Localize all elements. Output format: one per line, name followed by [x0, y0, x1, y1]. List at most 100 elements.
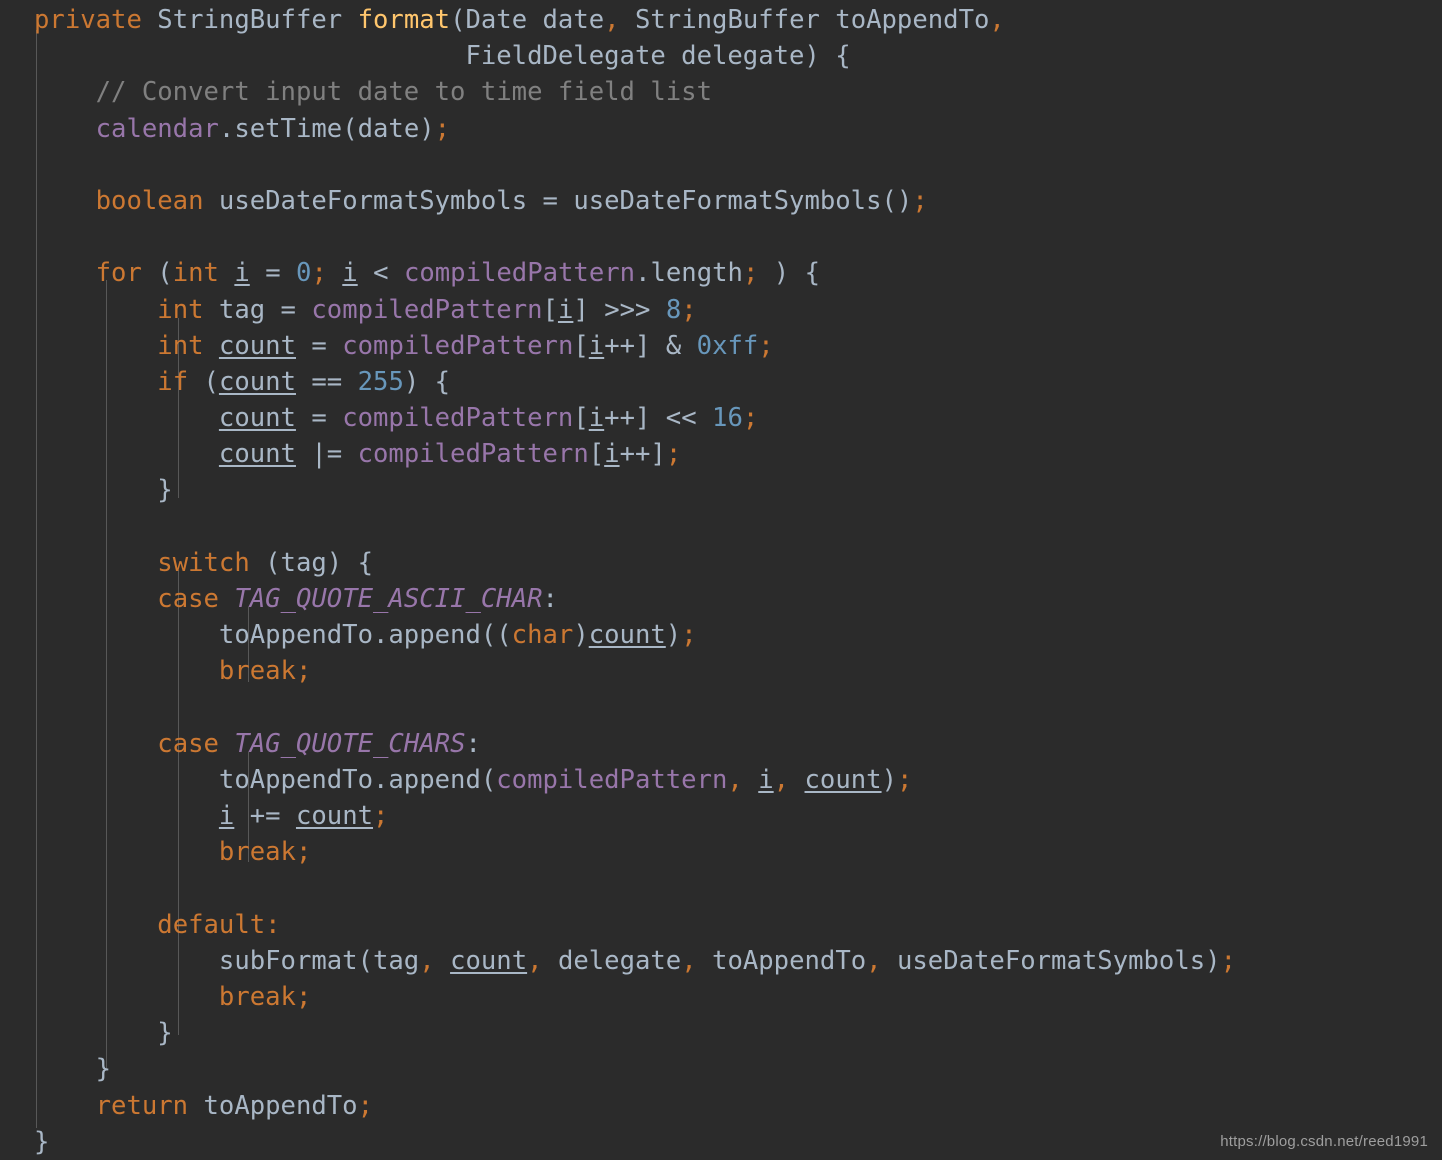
- code-line-25-blank: [0, 871, 1442, 907]
- code-line-9: int tag = compiledPattern[i] >>> 8;: [0, 292, 1442, 328]
- token-keyword-int: int: [172, 258, 219, 289]
- token-inc-close: ++]: [619, 439, 666, 470]
- token-oreq: |=: [295, 439, 358, 470]
- token-return-value: toAppendTo: [188, 1090, 358, 1121]
- token-localvar-count: count: [295, 801, 374, 832]
- token-comma: ,: [773, 764, 790, 795]
- token-semicolon: ;: [912, 185, 928, 216]
- token-paren-brace: ) {: [758, 258, 821, 289]
- token-method-format: format: [357, 5, 451, 35]
- token-inc-and: ++] &: [604, 330, 697, 361]
- token-comment-convert: // Convert input date to time field list: [34, 77, 712, 108]
- token-localvar-i: i: [234, 258, 250, 289]
- code-line-3: // Convert input date to time field list: [0, 74, 1442, 110]
- token-semicolon: ;: [665, 439, 682, 470]
- token-bracket-open: [: [573, 403, 589, 434]
- token-keyword-case: case: [157, 728, 219, 759]
- token-semicolon: ;: [742, 258, 759, 289]
- token-paren-brace: ) {: [403, 366, 451, 397]
- code-line-11: if (count == 255) {: [0, 364, 1442, 400]
- code-line-2: FieldDelegate delegate) {: [0, 38, 1442, 74]
- token-localvar-i: i: [342, 258, 358, 289]
- token-keyword-return: return: [95, 1090, 189, 1121]
- token-localvar-i: i: [588, 330, 605, 361]
- code-line-17: case TAG_QUOTE_ASCII_CHAR:: [0, 581, 1442, 617]
- token-switch-arg: (tag) {: [249, 547, 374, 578]
- code-line-20-blank: [0, 690, 1442, 726]
- token-keyword-if: if: [157, 366, 189, 397]
- token-lessthan: <: [357, 258, 404, 289]
- token-type-stringbuffer: StringBuffer: [141, 5, 358, 35]
- code-line-18: toAppendTo.append((char)count);: [0, 617, 1442, 653]
- token-field-compiledpattern: compiledPattern: [342, 330, 574, 361]
- code-line-12: count = compiledPattern[i++] << 16;: [0, 400, 1442, 436]
- token-call-settime: .setTime(date): [218, 113, 435, 144]
- token-comma-1: ,: [604, 5, 620, 35]
- code-line-6: boolean useDateFormatSymbols = useDateFo…: [0, 183, 1442, 219]
- code-line-8: for (int i = 0; i < compiledPattern.leng…: [0, 255, 1442, 291]
- token-constant-tag-quote-ascii-char: TAG_QUOTE_ASCII_CHAR: [234, 584, 543, 614]
- token-comma: ,: [527, 945, 543, 976]
- token-pluseq: +=: [234, 801, 296, 832]
- token-assign: =: [295, 330, 343, 361]
- code-line-4: calendar.setTime(date);: [0, 111, 1442, 147]
- token-localvar-count: count: [218, 366, 296, 397]
- token-semicolon: ;: [1220, 945, 1236, 976]
- code-line-7-blank: [0, 219, 1442, 255]
- token-keyword-default: default: [157, 909, 266, 940]
- code-line-29: }: [0, 1015, 1442, 1051]
- token-arg-delegate: delegate: [542, 945, 682, 976]
- code-line-21: case TAG_QUOTE_CHARS:: [0, 726, 1442, 762]
- token-brace-close: }: [34, 475, 173, 506]
- token-semicolon: ;: [295, 837, 312, 868]
- code-line-10: int count = compiledPattern[i++] & 0xff;: [0, 328, 1442, 364]
- token-localvar-i: i: [557, 294, 574, 325]
- token-field-compiledpattern: compiledPattern: [342, 403, 574, 434]
- token-keyword-for: for: [95, 258, 142, 289]
- source-code[interactable]: private StringBuffer format(Date date, S…: [0, 2, 1442, 1160]
- token-number-16: 16: [712, 403, 743, 434]
- token-bracket-open: [: [542, 294, 558, 325]
- token-field-calendar: calendar: [95, 113, 219, 144]
- token-keyword-int: int: [157, 330, 204, 361]
- code-line-13: count |= compiledPattern[i++];: [0, 436, 1442, 472]
- token-localvar-i: i: [604, 439, 620, 470]
- token-arg-toappendto: toAppendTo: [696, 945, 867, 976]
- token-call-append: toAppendTo.append((: [34, 620, 512, 651]
- code-line-22: toAppendTo.append(compiledPattern, i, co…: [0, 762, 1442, 798]
- code-line-30: }: [0, 1051, 1442, 1087]
- token-localvar-count: count: [804, 764, 882, 795]
- token-semicolon: ;: [681, 620, 697, 651]
- token-number-255: 255: [357, 366, 404, 397]
- token-number-8: 8: [665, 294, 682, 325]
- token-localvar-i: i: [218, 801, 235, 832]
- token-call-subformat: subFormat(tag: [34, 945, 420, 976]
- token-field-compiledpattern: compiledPattern: [403, 258, 636, 289]
- token-param-toappendto: StringBuffer toAppendTo: [619, 5, 990, 35]
- token-semicolon: ;: [896, 764, 913, 795]
- token-shift-left: ++] <<: [604, 403, 713, 434]
- code-line-28: break;: [0, 979, 1442, 1015]
- code-line-23: i += count;: [0, 798, 1442, 834]
- code-editor-pane[interactable]: private StringBuffer format(Date date, S…: [0, 0, 1442, 1160]
- code-line-15-blank: [0, 509, 1442, 545]
- token-comma: ,: [727, 764, 743, 795]
- token-usedateformatsymbols-assign: useDateFormatSymbols = useDateFormatSymb…: [203, 185, 913, 216]
